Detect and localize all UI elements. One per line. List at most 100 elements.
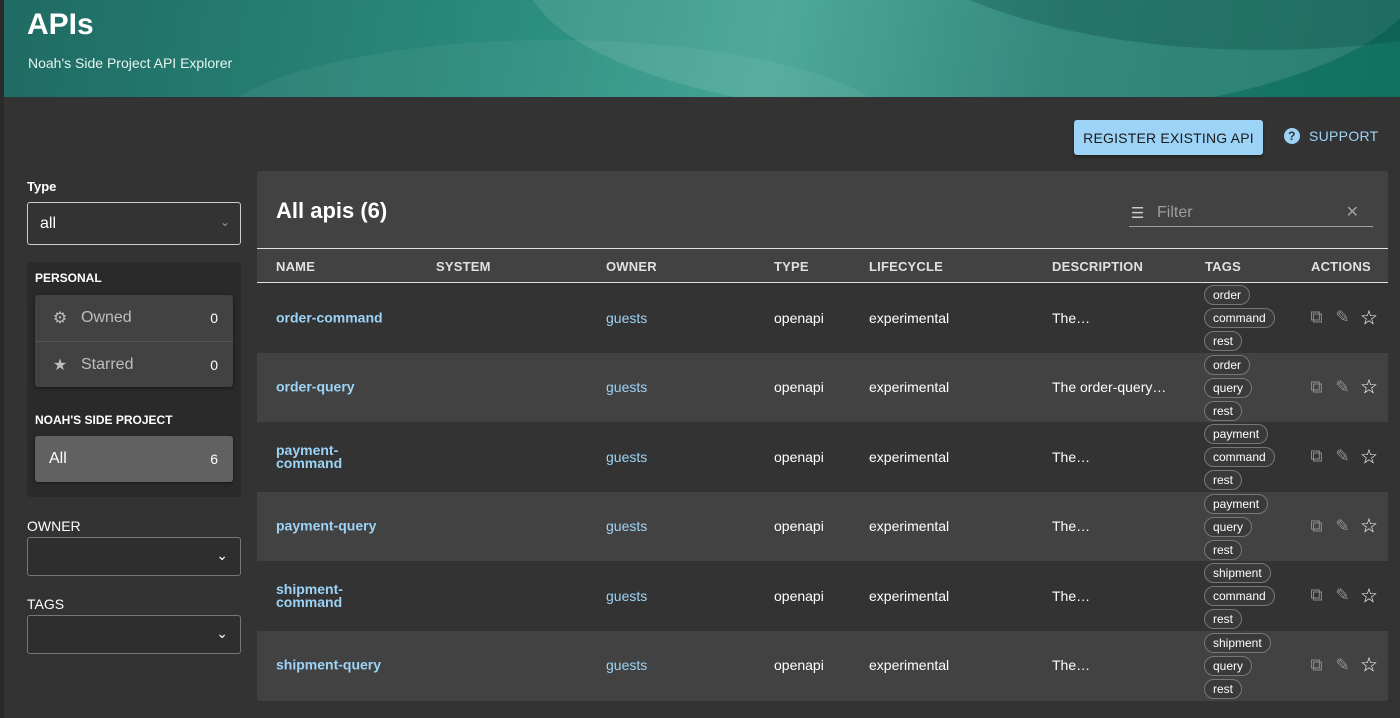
tags-select[interactable]: ⌄ — [27, 615, 241, 654]
table-body: order-command guests openapi experimenta… — [257, 283, 1388, 700]
owner-filter-label: OWNER — [27, 518, 81, 534]
tag-chip: query — [1204, 516, 1253, 537]
tag-list: payment query rest — [1204, 493, 1269, 560]
column-header-description[interactable]: DESCRIPTION — [1052, 259, 1143, 274]
type-filter-label: Type — [27, 179, 57, 194]
edit-icon[interactable]: ✎ — [1334, 377, 1351, 397]
api-type: openapi — [774, 309, 824, 326]
filter-input[interactable] — [1157, 203, 1347, 222]
star-icon[interactable]: ☆ — [1360, 583, 1378, 608]
api-type: openapi — [774, 379, 824, 396]
open-external-icon[interactable]: ⧉ — [1308, 586, 1325, 606]
owner-link[interactable]: guests — [606, 588, 647, 604]
open-external-icon[interactable]: ⧉ — [1308, 377, 1325, 397]
personal-section-title: PERSONAL — [35, 271, 102, 285]
api-name-link[interactable]: shipment-command — [276, 582, 386, 609]
tag-chip: rest — [1204, 400, 1243, 421]
tag-chip: payment — [1204, 493, 1269, 514]
edit-icon[interactable]: ✎ — [1334, 655, 1351, 675]
edit-icon[interactable]: ✎ — [1334, 447, 1351, 467]
open-external-icon[interactable]: ⧉ — [1308, 308, 1325, 328]
column-header-system[interactable]: SYSTEM — [436, 259, 491, 274]
edit-icon[interactable]: ✎ — [1334, 308, 1351, 328]
register-existing-api-button[interactable]: REGISTER EXISTING API — [1074, 120, 1263, 155]
column-header-type[interactable]: TYPE — [774, 259, 809, 274]
filter-icon: ☰ — [1131, 204, 1145, 222]
owner-link[interactable]: guests — [606, 657, 647, 673]
sidebar-item-label: All — [49, 450, 67, 467]
owner-select[interactable]: ⌄ — [27, 537, 241, 576]
page-subtitle: Noah's Side Project API Explorer — [28, 55, 233, 71]
tag-list: shipment query rest — [1204, 632, 1271, 699]
api-name-link[interactable]: payment-command — [276, 443, 386, 470]
star-icon[interactable]: ☆ — [1360, 305, 1378, 330]
api-description: The order-query… — [1052, 379, 1167, 396]
open-external-icon[interactable]: ⧉ — [1308, 655, 1325, 675]
edit-icon[interactable]: ✎ — [1334, 516, 1351, 536]
api-lifecycle: experimental — [869, 587, 950, 604]
table-row: payment-query guests openapi experimenta… — [257, 491, 1388, 561]
row-actions: ⧉ ✎ ☆ — [1308, 583, 1378, 608]
owner-link[interactable]: guests — [606, 310, 647, 326]
sidebar-item-all[interactable]: All 6 — [35, 436, 233, 482]
tag-list: order query rest — [1204, 354, 1253, 421]
sidebar-item-starred[interactable]: ★ Starred 0 — [35, 341, 233, 387]
chevron-down-icon: ⌄ — [219, 215, 230, 229]
left-edge — [0, 0, 4, 718]
row-actions: ⧉ ✎ ☆ — [1308, 305, 1378, 330]
api-name-link[interactable]: order-command — [276, 310, 386, 324]
close-icon[interactable]: ✕ — [1346, 202, 1359, 222]
chevron-down-icon: ⌄ — [216, 625, 228, 641]
edit-icon[interactable]: ✎ — [1334, 586, 1351, 606]
tag-chip: rest — [1204, 678, 1243, 699]
tag-chip: shipment — [1204, 563, 1271, 583]
table-title: All apis (6) — [276, 198, 388, 223]
api-description: The… — [1052, 587, 1091, 604]
sidebar-item-count: 0 — [210, 310, 218, 326]
table-row: order-query guests openapi experimental … — [257, 352, 1388, 422]
personal-menu: ⚙ Owned 0 ★ Starred 0 — [35, 295, 233, 387]
tag-chip: order — [1204, 354, 1251, 375]
tag-chip: rest — [1204, 470, 1243, 490]
owner-link[interactable]: guests — [606, 449, 647, 465]
table-row: payment-command guests openapi experimen… — [257, 422, 1388, 492]
tag-chip: shipment — [1204, 632, 1271, 653]
owner-link[interactable]: guests — [606, 518, 647, 534]
tag-chip: query — [1204, 377, 1253, 398]
api-type: openapi — [774, 657, 824, 674]
open-external-icon[interactable]: ⧉ — [1308, 516, 1325, 536]
sidebar-item-owned[interactable]: ⚙ Owned 0 — [35, 295, 233, 341]
api-type: openapi — [774, 518, 824, 535]
api-lifecycle: experimental — [869, 657, 950, 674]
star-icon: ★ — [52, 356, 68, 374]
api-lifecycle: experimental — [869, 448, 950, 465]
star-icon[interactable]: ☆ — [1360, 653, 1378, 678]
tag-chip: rest — [1204, 609, 1243, 629]
row-actions: ⧉ ✎ ☆ — [1308, 514, 1378, 539]
tag-chip: order — [1204, 285, 1251, 305]
column-header-lifecycle[interactable]: LIFECYCLE — [869, 259, 943, 274]
table-row: shipment-command guests openapi experime… — [257, 561, 1388, 631]
api-lifecycle: experimental — [869, 309, 950, 326]
sidebar-item-label: Starred — [81, 355, 134, 373]
open-external-icon[interactable]: ⧉ — [1308, 447, 1325, 467]
tag-chip: query — [1204, 655, 1253, 676]
type-select[interactable]: all ⌄ — [27, 202, 241, 245]
api-type: openapi — [774, 587, 824, 604]
owner-link[interactable]: guests — [606, 379, 647, 395]
api-lifecycle: experimental — [869, 518, 950, 535]
column-header-name[interactable]: NAME — [276, 259, 315, 274]
row-actions: ⧉ ✎ ☆ — [1308, 375, 1378, 400]
api-name-link[interactable]: payment-query — [276, 519, 386, 533]
column-header-tags[interactable]: TAGS — [1205, 259, 1241, 274]
api-name-link[interactable]: order-query — [276, 380, 386, 394]
api-lifecycle: experimental — [869, 379, 950, 396]
star-icon[interactable]: ☆ — [1360, 514, 1378, 539]
filter-field: ☰ ✕ — [1129, 199, 1373, 227]
star-icon[interactable]: ☆ — [1360, 444, 1378, 469]
sidebar-item-label: Owned — [81, 309, 132, 326]
support-link[interactable]: ? SUPPORT — [1284, 128, 1379, 144]
column-header-owner[interactable]: OWNER — [606, 259, 657, 274]
api-name-link[interactable]: shipment-query — [276, 658, 386, 672]
star-icon[interactable]: ☆ — [1360, 375, 1378, 400]
